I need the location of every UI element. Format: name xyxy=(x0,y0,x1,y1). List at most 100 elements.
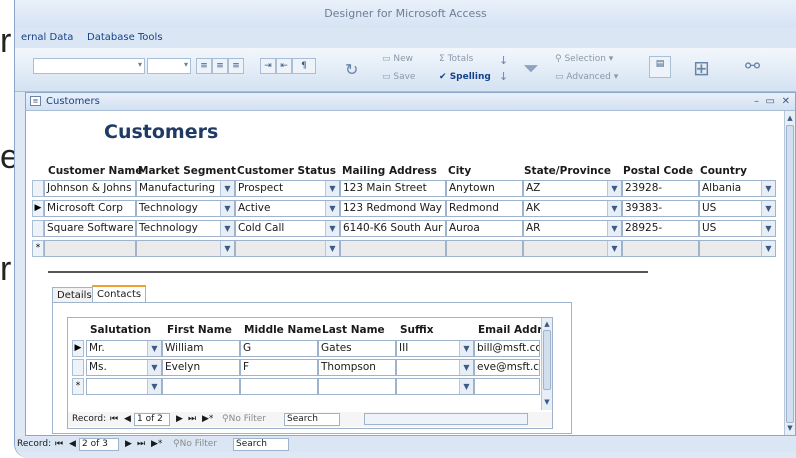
last-name-field[interactable] xyxy=(318,378,396,395)
country-combo[interactable]: US ▼ xyxy=(699,200,776,217)
record-selector[interactable]: ▶ xyxy=(72,340,84,357)
subform-horizontal-scrollbar[interactable] xyxy=(364,413,528,425)
scroll-down-icon[interactable]: ▼ xyxy=(785,424,795,432)
state-combo[interactable]: AK ▼ xyxy=(523,200,622,217)
chevron-down-icon[interactable]: ▼ xyxy=(761,241,775,256)
new-record-selector[interactable]: * xyxy=(72,378,84,395)
suffix-combo[interactable]: ▼ xyxy=(396,378,474,395)
chevron-down-icon[interactable]: ▼ xyxy=(459,360,473,375)
last-record-icon[interactable]: ⏭ xyxy=(137,437,145,451)
mailing-address-field[interactable]: 123 Main Street xyxy=(340,180,446,197)
restore-icon[interactable]: ▭ xyxy=(766,93,775,110)
record-selector[interactable] xyxy=(72,359,84,376)
chevron-down-icon[interactable]: ▼ xyxy=(325,201,339,216)
save-record-button[interactable]: ▭ Save xyxy=(382,72,415,82)
filter-icon[interactable]: ⏷ xyxy=(523,56,539,80)
no-filter-button[interactable]: ⚲ No Filter xyxy=(173,437,217,451)
customer-status-combo[interactable]: Prospect ▼ xyxy=(235,180,340,197)
record-selector[interactable] xyxy=(32,220,44,237)
email-field[interactable]: eve@msft.c xyxy=(474,359,540,376)
scroll-down-icon[interactable]: ▼ xyxy=(542,398,552,406)
mailing-address-field[interactable]: 6140-K6 South Aur xyxy=(340,220,446,237)
new-record-button[interactable]: ▭ New xyxy=(382,54,413,64)
middle-name-field[interactable]: F xyxy=(240,359,318,376)
state-combo[interactable]: AR ▼ xyxy=(523,220,622,237)
chevron-down-icon[interactable]: ▼ xyxy=(147,379,161,394)
chevron-down-icon[interactable]: ▼ xyxy=(325,221,339,236)
state-combo[interactable]: AZ ▼ xyxy=(523,180,622,197)
current-record-field[interactable]: 2 of 3 xyxy=(79,438,119,451)
salutation-combo[interactable]: Ms. ▼ xyxy=(86,359,162,376)
chevron-down-icon[interactable]: ▼ xyxy=(147,341,161,356)
ribbon-tab-external-data[interactable]: ernal Data xyxy=(21,32,73,43)
paragraph-icon[interactable]: ¶ xyxy=(292,58,316,74)
chevron-down-icon[interactable]: ▼ xyxy=(147,360,161,375)
record-selector[interactable] xyxy=(32,180,44,197)
middle-name-field[interactable]: G xyxy=(240,340,318,357)
new-record-icon[interactable]: ▶* xyxy=(202,412,213,426)
salutation-combo[interactable]: Mr. ▼ xyxy=(86,340,162,357)
postal-code-field[interactable]: 28925- xyxy=(622,220,699,237)
layout-icon[interactable]: ⊞ xyxy=(693,56,710,80)
first-name-field[interactable]: William xyxy=(162,340,240,357)
market-segment-combo[interactable]: ▼ xyxy=(136,240,235,257)
customer-status-combo[interactable]: ▼ xyxy=(235,240,340,257)
customer-name-field[interactable]: Microsoft Corp xyxy=(44,200,136,217)
state-combo[interactable]: ▼ xyxy=(523,240,622,257)
suffix-combo[interactable]: ▼ xyxy=(396,359,474,376)
ribbon-tab-database-tools[interactable]: Database Tools xyxy=(87,32,163,43)
customer-name-field[interactable]: Johnson & Johns xyxy=(44,180,136,197)
form-vertical-scrollbar[interactable]: ▲ ▼ xyxy=(784,111,795,435)
chevron-down-icon[interactable]: ▼ xyxy=(459,379,473,394)
font-name-combo[interactable]: ▾ xyxy=(33,58,145,74)
chevron-down-icon[interactable]: ▼ xyxy=(220,201,234,216)
search-input[interactable]: Search xyxy=(284,413,340,426)
chevron-down-icon[interactable]: ▼ xyxy=(761,221,775,236)
chevron-down-icon[interactable]: ▼ xyxy=(325,241,339,256)
scroll-thumb[interactable] xyxy=(786,125,794,423)
next-record-icon[interactable]: ▶ xyxy=(125,437,132,451)
city-field[interactable]: Auroa xyxy=(446,220,523,237)
new-record-selector[interactable]: * xyxy=(32,240,44,257)
tab-contacts[interactable]: Contacts xyxy=(92,285,147,303)
mailing-address-field[interactable]: 123 Redmond Way xyxy=(340,200,446,217)
city-field[interactable] xyxy=(446,240,523,257)
prev-record-icon[interactable]: ◀ xyxy=(69,437,76,451)
country-combo[interactable]: US ▼ xyxy=(699,220,776,237)
market-segment-combo[interactable]: Technology ▼ xyxy=(136,220,235,237)
first-name-field[interactable] xyxy=(162,378,240,395)
outdent-icon[interactable]: ⇤ xyxy=(276,58,292,74)
totals-button[interactable]: Σ Totals xyxy=(439,54,473,64)
market-segment-combo[interactable]: Technology ▼ xyxy=(136,200,235,217)
last-name-field[interactable]: Thompson xyxy=(318,359,396,376)
minimize-icon[interactable]: – xyxy=(754,93,759,110)
record-selector[interactable]: ▶ xyxy=(32,200,44,217)
advanced-button[interactable]: ▭ Advanced ▾ xyxy=(555,72,618,82)
postal-code-field[interactable]: 39383- xyxy=(622,200,699,217)
no-filter-button[interactable]: ⚲ No Filter xyxy=(222,412,266,426)
align-left-icon[interactable]: ≡ xyxy=(196,58,212,74)
first-name-field[interactable]: Evelyn xyxy=(162,359,240,376)
prev-record-icon[interactable]: ◀ xyxy=(124,412,131,426)
search-input[interactable]: Search xyxy=(233,438,289,451)
chevron-down-icon[interactable]: ▼ xyxy=(607,201,621,216)
first-record-icon[interactable]: ⏮ xyxy=(55,437,63,451)
market-segment-combo[interactable]: Manufacturing ▼ xyxy=(136,180,235,197)
chevron-down-icon[interactable]: ▼ xyxy=(607,181,621,196)
first-record-icon[interactable]: ⏮ xyxy=(110,412,118,426)
postal-code-field[interactable]: 23928- xyxy=(622,180,699,197)
chevron-down-icon[interactable]: ▼ xyxy=(220,241,234,256)
indent-icon[interactable]: ⇥ xyxy=(260,58,276,74)
chevron-down-icon[interactable]: ▼ xyxy=(325,181,339,196)
toggle-filter-icon[interactable]: ▤ xyxy=(649,56,671,78)
chevron-down-icon[interactable]: ▼ xyxy=(761,201,775,216)
close-icon[interactable]: ✕ xyxy=(782,93,790,110)
middle-name-field[interactable] xyxy=(240,378,318,395)
last-record-icon[interactable]: ⏭ xyxy=(188,412,196,426)
chevron-down-icon[interactable]: ▼ xyxy=(607,221,621,236)
last-name-field[interactable]: Gates xyxy=(318,340,396,357)
salutation-combo[interactable]: ▼ xyxy=(86,378,162,395)
align-right-icon[interactable]: ≡ xyxy=(228,58,244,74)
customer-status-combo[interactable]: Active ▼ xyxy=(235,200,340,217)
new-record-icon[interactable]: ▶* xyxy=(151,437,162,451)
